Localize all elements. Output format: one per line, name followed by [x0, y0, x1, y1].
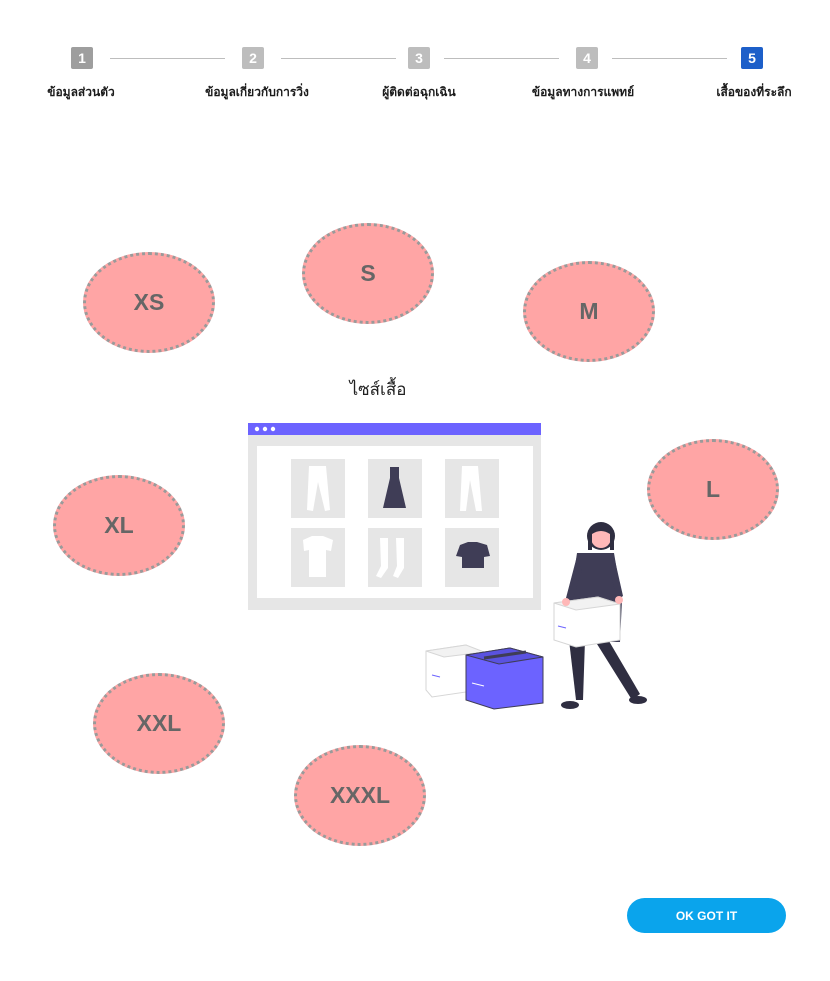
size-option-xs[interactable]: XS [83, 252, 215, 353]
size-option-xxxl[interactable]: XXXL [294, 745, 426, 846]
size-option-xxl[interactable]: XXL [93, 673, 225, 774]
size-label: XS [133, 289, 165, 315]
size-label: XXL [136, 710, 182, 736]
ok-got-it-button[interactable]: OK GOT IT [627, 898, 786, 933]
size-label: XL [104, 512, 134, 538]
size-option-xl[interactable]: XL [53, 475, 185, 576]
shirt-size-title: ไซส์เสื้อ [349, 380, 407, 400]
size-option-s[interactable]: S [302, 223, 434, 324]
size-label: L [705, 476, 721, 502]
size-label: S [360, 260, 376, 286]
size-option-l[interactable]: L [647, 439, 779, 540]
size-label: XXXL [329, 782, 391, 808]
size-option-m[interactable]: M [523, 261, 655, 362]
size-label: M [579, 298, 599, 324]
